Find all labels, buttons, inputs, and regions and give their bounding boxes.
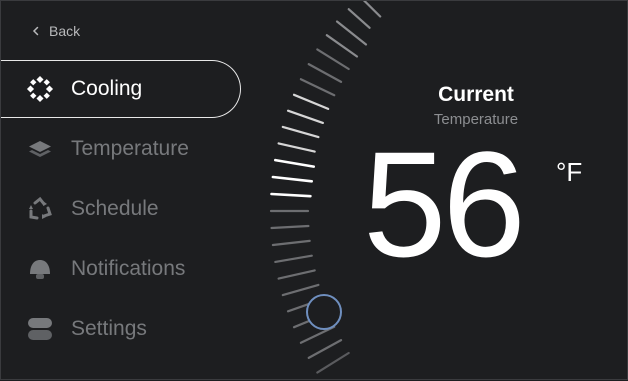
layers-icon [26, 135, 54, 163]
dial-tick [281, 283, 320, 297]
sidebar-item-notifications[interactable]: Notifications [1, 240, 241, 298]
sidebar-item-label: Notifications [71, 257, 186, 280]
dial-tick [335, 20, 368, 46]
sidebar-item-label: Cooling [71, 77, 143, 100]
thermostat-screen: Back Cooling Temperature Schedule Notifi… [0, 0, 628, 380]
dial-tick [316, 48, 350, 71]
dial-tick [292, 93, 330, 111]
sidebar-item-temperature[interactable]: Temperature [1, 120, 241, 178]
dial-tick [316, 351, 350, 374]
dial-tick [307, 339, 343, 359]
back-label: Back [49, 23, 81, 39]
dial-tick [299, 78, 336, 97]
chevron-left-icon [32, 26, 39, 36]
sidebar-item-cooling[interactable]: Cooling [1, 60, 241, 118]
back-button[interactable]: Back [31, 21, 80, 41]
dial-tick [286, 109, 324, 125]
dial-handle[interactable] [306, 294, 342, 330]
bell-icon [26, 255, 54, 283]
dial-tick [270, 192, 312, 198]
current-title: Current [438, 83, 514, 106]
dial-tick [307, 62, 343, 84]
dial-tick [273, 158, 316, 168]
sidebar-item-settings[interactable]: Settings [1, 300, 241, 358]
toggle-icon [26, 315, 54, 343]
sidebar-item-schedule[interactable]: Schedule [1, 180, 241, 238]
dial-tick [362, 1, 382, 18]
sidebar-item-label: Temperature [71, 137, 189, 160]
dial-tick [271, 175, 314, 183]
sidebar-item-label: Settings [71, 317, 147, 340]
sidebar-item-label: Schedule [71, 197, 159, 220]
dial-tick [271, 239, 311, 247]
temperature-value: 56 [363, 120, 526, 288]
dial-tick [270, 224, 310, 230]
dial-tick [277, 269, 316, 280]
dial-tick [274, 254, 313, 263]
dial-tick [325, 34, 359, 58]
dial-tick [277, 142, 316, 153]
recycle-icon [26, 195, 54, 223]
dial-tick [347, 8, 371, 29]
dial-tick [281, 125, 320, 139]
temperature-unit: °F [556, 157, 583, 187]
cooling-icon [26, 75, 54, 103]
